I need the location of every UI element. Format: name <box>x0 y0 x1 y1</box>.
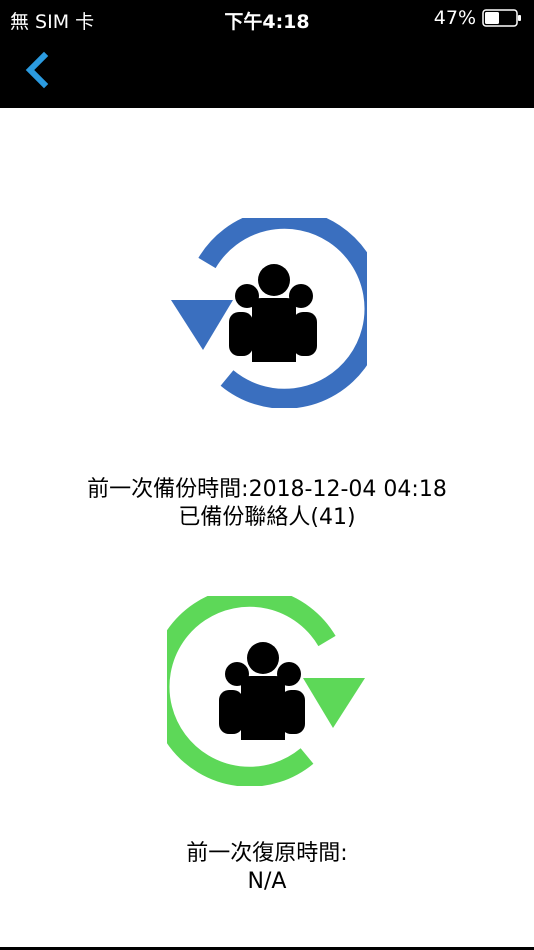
battery-percent: 47% <box>433 7 476 29</box>
restore-last-time: 前一次復原時間: <box>186 841 348 866</box>
back-button[interactable] <box>18 50 62 94</box>
top-bar: 無 SIM 卡 下午4:18 47% <box>0 0 534 108</box>
backup-last-time: 前一次備份時間:2018-12-04 04:18 <box>87 477 447 502</box>
status-bar: 無 SIM 卡 下午4:18 47% <box>0 0 534 38</box>
backup-area <box>0 218 534 408</box>
restore-value: N/A <box>247 869 287 894</box>
backup-count: 已備份聯絡人(41) <box>178 505 356 530</box>
restore-area <box>0 596 534 786</box>
battery-fill <box>485 12 499 24</box>
backup-info: 前一次備份時間:2018-12-04 04:18 已備份聯絡人(41) <box>0 476 534 532</box>
chevron-left-icon <box>25 51 49 89</box>
contacts-backup-icon[interactable] <box>167 218 367 408</box>
contacts-restore-icon[interactable] <box>167 596 367 786</box>
restore-info: 前一次復原時間: N/A <box>0 840 534 896</box>
screen: 無 SIM 卡 下午4:18 47% 前一次備份時間:2018-12-04 04… <box>0 0 534 950</box>
battery-icon <box>482 9 521 27</box>
